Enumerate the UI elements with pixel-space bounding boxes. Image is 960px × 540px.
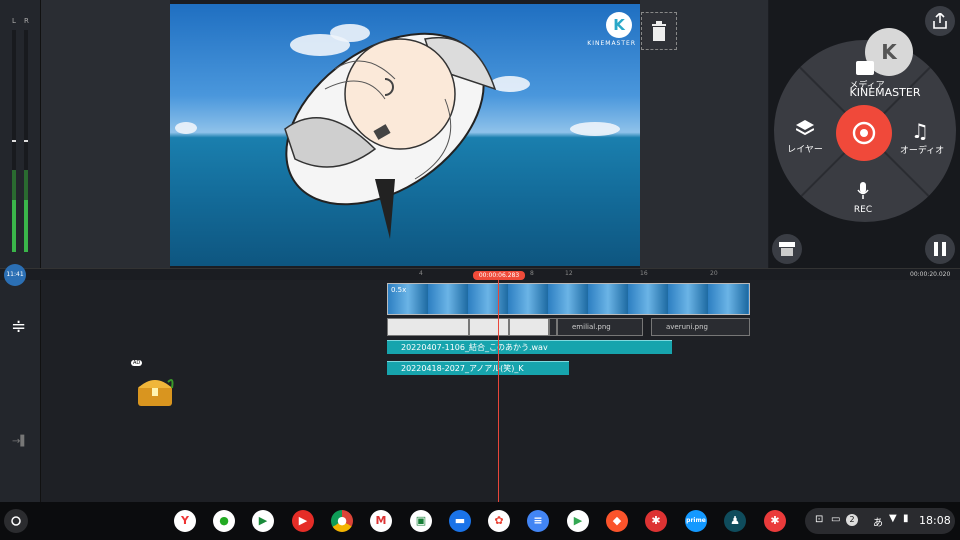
character-sticker[interactable]: [265, 9, 505, 249]
launcher-icon: [11, 516, 21, 526]
play-pause-button[interactable]: [925, 234, 955, 264]
layer-button[interactable]: レイヤー: [787, 120, 823, 155]
media-button[interactable]: メディア: [849, 60, 885, 91]
youtube-app-icon[interactable]: ▶: [292, 510, 314, 532]
overlay-clip-emilial[interactable]: emilial.png: [557, 318, 643, 336]
ruler-tick: 16: [640, 270, 648, 277]
record-capture-button[interactable]: [836, 105, 892, 161]
battery-icon: ▮: [903, 513, 909, 524]
treasure-chest-icon[interactable]: [134, 372, 176, 408]
media-label: メディア: [849, 81, 885, 91]
expand-tracks-icon[interactable]: ≑: [11, 316, 26, 337]
pause-icon: [934, 242, 946, 256]
yahoo-app-icon[interactable]: Y: [174, 510, 196, 532]
notification-count: 2: [846, 514, 858, 526]
time-badge[interactable]: 11:41: [4, 264, 26, 286]
prime-video-app-icon[interactable]: prime: [685, 510, 707, 532]
jump-to-end-icon[interactable]: →▌: [12, 436, 28, 447]
play-store-app-icon[interactable]: ▶: [567, 510, 589, 532]
ruler-tick: 20: [710, 270, 718, 277]
photos-app-icon[interactable]: ✿: [488, 510, 510, 532]
layer-label: レイヤー: [787, 145, 823, 155]
media-icon: [856, 61, 874, 75]
ruler-tick: 4: [419, 270, 423, 277]
overlay-clip[interactable]: [509, 318, 549, 336]
timeline-tools: [0, 280, 41, 502]
brave-app-icon[interactable]: ◆: [606, 510, 628, 532]
playhead[interactable]: [498, 280, 499, 502]
wifi-icon: ▼: [889, 513, 897, 524]
meet-app-icon[interactable]: ▶: [252, 510, 274, 532]
kindle-app-icon[interactable]: ♟: [724, 510, 746, 532]
ruler-tick: 12: [565, 270, 573, 277]
meter-left-label: L: [12, 17, 16, 25]
microphone-icon: [857, 182, 869, 199]
kinemaster-alt-app-icon[interactable]: ✱: [645, 510, 667, 532]
audio-clip[interactable]: 20220407-1106_結合_このあかう.wav: [387, 340, 672, 354]
phone-hub-icon: ▭: [831, 514, 841, 525]
layers-icon: [795, 120, 815, 136]
audio-clip[interactable]: 20220418-2027_アノアル(笑)_K: [387, 361, 569, 375]
clip-speed-label: 0.5x: [391, 286, 407, 294]
kinemaster-watermark-icon: K: [606, 12, 632, 38]
store-icon: [779, 242, 795, 256]
system-clock: 18:08: [919, 514, 951, 527]
share-button[interactable]: [925, 6, 955, 36]
audio-button[interactable]: ♫ オーディオ: [900, 119, 944, 156]
camera-app-icon[interactable]: ●: [213, 510, 235, 532]
meter-right-label: R: [24, 17, 29, 25]
music-note-icon: ♫: [911, 119, 929, 143]
video-preview[interactable]: K KINEMASTER: [170, 4, 640, 266]
ime-indicator: あ: [873, 518, 883, 529]
kinemaster-app-icon[interactable]: ✱: [764, 510, 786, 532]
preview-margin-left: [41, 0, 170, 268]
overlay-clip[interactable]: [387, 318, 469, 336]
chrome-app-icon[interactable]: ●: [331, 510, 353, 532]
overlay-clip[interactable]: [469, 318, 509, 336]
overlay-clip-averuni[interactable]: averuni.png: [651, 318, 750, 336]
delete-button[interactable]: [641, 12, 677, 50]
rec-button[interactable]: REC: [854, 182, 872, 215]
ruler-tick: 8: [530, 270, 534, 277]
asset-store-button[interactable]: [772, 234, 802, 264]
video-clip[interactable]: [387, 283, 750, 315]
rec-label: REC: [853, 205, 873, 215]
audio-label: オーディオ: [899, 146, 945, 156]
docs-app-icon[interactable]: ≡: [527, 510, 549, 532]
kinemaster-watermark-text: KINEMASTER: [587, 40, 636, 47]
playhead-time[interactable]: 00:00:06.283: [473, 271, 525, 280]
screen-capture-icon: ⊡: [815, 514, 824, 525]
files-app-icon[interactable]: ▬: [449, 510, 471, 532]
audio-level-meter: L R: [0, 0, 41, 268]
share-icon: [933, 13, 947, 29]
shutter-icon: [852, 121, 876, 145]
overlay-clip[interactable]: [549, 318, 557, 336]
project-duration: 00:00:20.020: [910, 271, 951, 278]
gmail-app-icon[interactable]: M: [370, 510, 392, 532]
trash-icon: [652, 21, 666, 41]
launcher-button[interactable]: [4, 509, 28, 533]
classroom-app-icon[interactable]: ▣: [410, 510, 432, 532]
ad-badge: AD: [131, 360, 143, 366]
